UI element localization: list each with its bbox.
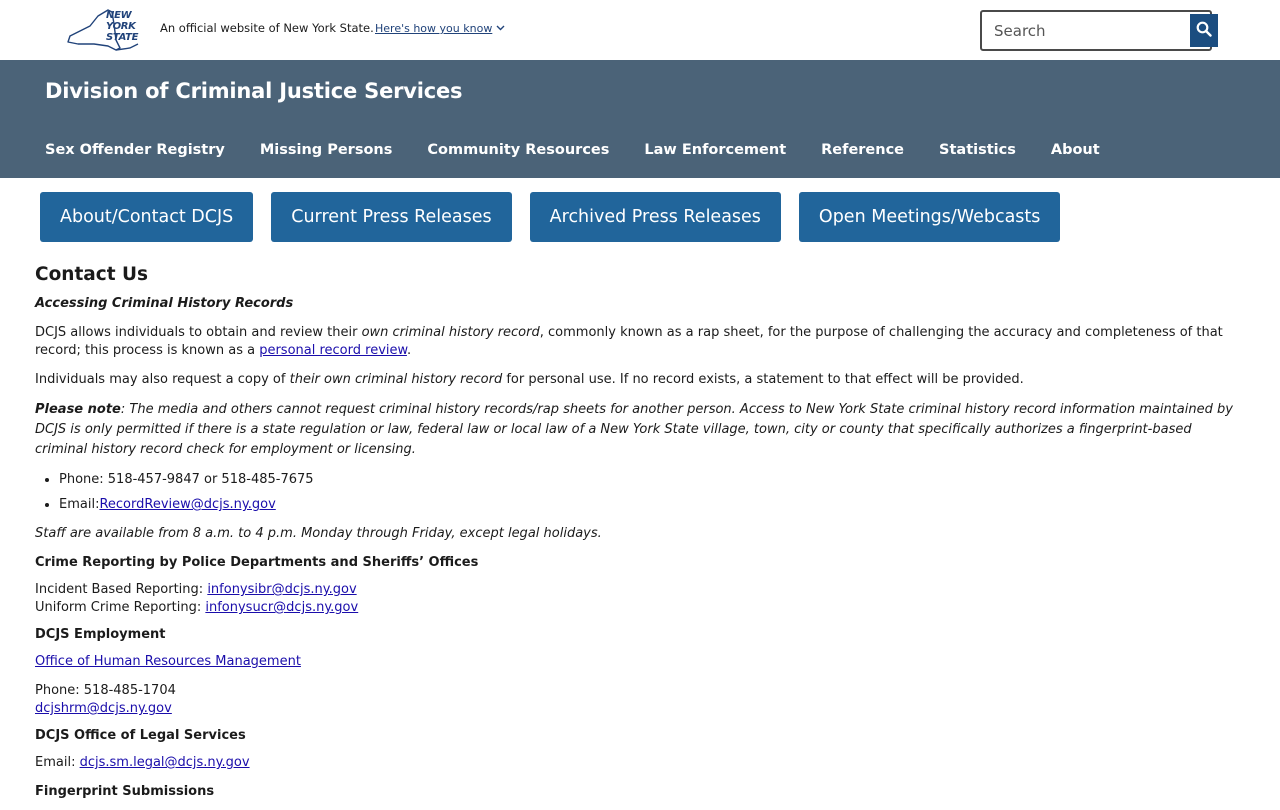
personal-record-review-link[interactable]: personal record review (259, 343, 407, 358)
legal-contact: Email: dcjs.sm.legal@dcjs.ny.gov (35, 755, 250, 770)
access-heading: Accessing Criminal History Records (35, 296, 294, 311)
main-navigation: Sex Offender Registry Missing Persons Co… (45, 142, 1100, 158)
search-box (980, 10, 1218, 51)
employment-heading: DCJS Employment (35, 627, 166, 642)
staff-hours: Staff are available from 8 a.m. to 4 p.m… (35, 526, 602, 541)
hr-email-link[interactable]: dcjshrm@dcjs.ny.gov (35, 701, 172, 716)
current-press-releases-button[interactable]: Current Press Releases (271, 192, 512, 242)
legal-email-link[interactable]: dcjs.sm.legal@dcjs.ny.gov (80, 755, 250, 770)
nav-item-law-enforcement[interactable]: Law Enforcement (644, 142, 786, 158)
crime-reporting-contacts: Incident Based Reporting: infonysibr@dcj… (35, 582, 359, 615)
please-note-paragraph: Please note: The media and others cannot… (35, 402, 1233, 457)
hr-management-link[interactable]: Office of Human Resources Management (35, 654, 301, 669)
list-item: Email:RecordReview@dcjs.ny.gov (59, 496, 1245, 514)
sub-navigation: About/Contact DCJS Current Press Release… (40, 192, 1061, 242)
nav-item-missing-persons[interactable]: Missing Persons (260, 142, 393, 158)
archived-press-releases-button[interactable]: Archived Press Releases (529, 192, 781, 242)
hr-contacts: Phone: 518-485-1704 dcjshrm@dcjs.ny.gov (35, 683, 176, 716)
contact-list: Phone: 518-457-9847 or 518-485-7675 Emai… (35, 471, 1245, 514)
paragraph-personal-review: DCJS allows individuals to obtain and re… (35, 325, 1223, 358)
agency-title[interactable]: Division of Criminal Justice Services (45, 79, 463, 103)
search-button[interactable] (1190, 14, 1218, 47)
list-item: Phone: 518-457-9847 or 518-485-7675 (59, 471, 1245, 489)
nav-item-community-resources[interactable]: Community Resources (427, 142, 609, 158)
open-meetings-button[interactable]: Open Meetings/Webcasts (798, 192, 1061, 242)
page-title: Contact Us (35, 264, 149, 285)
crime-reporting-heading: Crime Reporting by Police Departments an… (35, 555, 479, 570)
paragraph-personal-copy: Individuals may also request a copy of t… (35, 372, 1024, 387)
about-contact-button[interactable]: About/Contact DCJS (40, 192, 254, 242)
agency-header: Division of Criminal Justice Services Se… (0, 60, 1280, 178)
record-review-email-link[interactable]: RecordReview@dcjs.ny.gov (99, 497, 275, 512)
nav-item-sex-offender-registry[interactable]: Sex Offender Registry (45, 142, 225, 158)
ucr-email-link[interactable]: infonysucr@dcjs.ny.gov (205, 600, 358, 615)
legal-services-heading: DCJS Office of Legal Services (35, 728, 246, 743)
hr-link-paragraph: Office of Human Resources Management (35, 653, 1245, 671)
universal-header: NEW YORK STATE An official website of Ne… (0, 0, 1280, 60)
search-input[interactable] (982, 12, 1188, 49)
heres-how-you-know-link[interactable]: Here's how you know (375, 22, 505, 35)
search-icon (1196, 21, 1212, 40)
chevron-down-icon (496, 24, 505, 34)
official-website-text: An official website of New York State. (160, 21, 374, 35)
ny-state-logo[interactable]: NEW YORK STATE (64, 6, 144, 54)
nav-item-about[interactable]: About (1051, 142, 1100, 158)
nav-item-reference[interactable]: Reference (821, 142, 904, 158)
fingerprint-heading: Fingerprint Submissions (35, 784, 215, 799)
nav-item-statistics[interactable]: Statistics (939, 142, 1016, 158)
main-content: Contact Us Accessing Criminal History Re… (35, 264, 1245, 810)
ibr-email-link[interactable]: infonysibr@dcjs.ny.gov (207, 582, 356, 597)
